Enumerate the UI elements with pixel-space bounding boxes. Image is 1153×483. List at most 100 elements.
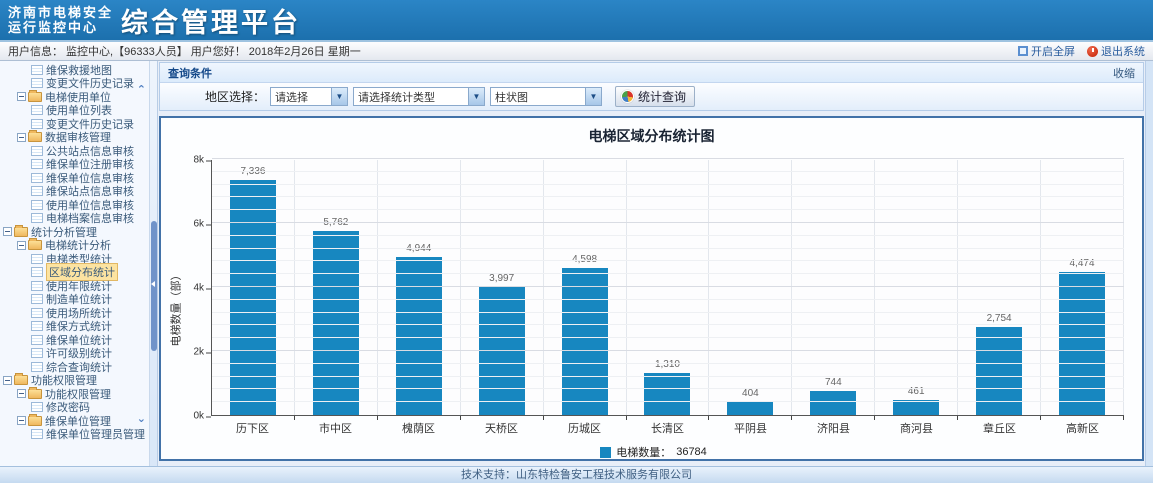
collapse-expander-icon[interactable] [17, 92, 26, 101]
bar-value-label: 1,310 [627, 359, 709, 370]
gridline [212, 222, 1124, 223]
page-icon [31, 65, 43, 75]
query-panel-header: 查询条件 收缩 [160, 63, 1143, 83]
gridline [212, 312, 1124, 313]
x-category-label: 长清区 [626, 420, 709, 436]
sidebar-splitter[interactable] [150, 61, 158, 466]
bar-column: 1,310 [627, 160, 710, 415]
collapse-expander-icon[interactable] [17, 241, 26, 250]
legend-label: 电梯数量： [616, 444, 671, 460]
legend-swatch [600, 447, 611, 458]
x-category-label: 槐荫区 [377, 420, 460, 436]
collapse-expander-icon[interactable] [3, 227, 12, 236]
page-icon [31, 308, 43, 318]
folder-icon [28, 132, 42, 142]
page-icon [31, 200, 43, 210]
power-icon [1087, 46, 1098, 57]
bar-column: 4,944 [378, 160, 461, 415]
plot-row: 0k2k4k6k8k 7,3365,7624,9443,9974,5981,31… [183, 160, 1124, 416]
bar-column: 3,997 [461, 160, 544, 415]
query-panel-title: 查询条件 [168, 65, 212, 81]
gridline [212, 158, 1124, 159]
gridline [212, 260, 1124, 261]
gridline [212, 324, 1124, 325]
bar-value-label: 744 [792, 377, 874, 388]
sidebar-item-27[interactable]: 维保单位管理员管理 [0, 428, 149, 442]
legend-total: 36784 [676, 446, 707, 458]
x-labels-row: 历下区市中区槐荫区天桥区历城区长清区平阴县济阳县商河县章丘区高新区 [211, 416, 1124, 436]
scroll-down-icon[interactable]: ⌄ [137, 414, 146, 424]
bar[interactable] [893, 400, 939, 415]
page-icon [31, 105, 43, 115]
bar-column: 4,598 [544, 160, 627, 415]
bar[interactable] [644, 373, 690, 415]
bar-value-label: 3,997 [461, 273, 543, 284]
y-axis-ticks: 0k2k4k6k8k [183, 160, 211, 416]
region-select[interactable]: 请选择 ▼ [270, 87, 348, 106]
gridline [212, 184, 1124, 185]
chart-main: 0k2k4k6k8k 7,3365,7624,9443,9974,5981,31… [183, 150, 1124, 461]
bar-column: 5,762 [295, 160, 378, 415]
gridline [212, 401, 1124, 402]
bar-column: 4,474 [1041, 160, 1124, 415]
bar[interactable] [479, 287, 525, 415]
bar[interactable] [313, 231, 359, 415]
user-info-text: 用户信息： 监控中心,【96333人员】 用户您好！ 2018年2月26日 星期… [8, 43, 361, 59]
gridline [212, 388, 1124, 389]
gridline [212, 376, 1124, 377]
x-category-label: 济阳县 [792, 420, 875, 436]
collapse-panel-link[interactable]: 收缩 [1113, 65, 1135, 81]
chart-type-select[interactable]: 柱状图 ▼ [490, 87, 602, 106]
fullscreen-button[interactable]: 开启全屏 [1018, 43, 1075, 59]
y-tick-label: 0k [193, 411, 204, 422]
logout-button[interactable]: 退出系统 [1087, 43, 1145, 59]
bar[interactable] [396, 257, 442, 415]
chevron-down-icon[interactable]: ▼ [331, 88, 347, 105]
bars-row: 7,3365,7624,9443,9974,5981,3104047444612… [212, 160, 1124, 415]
splitter-collapse-handle[interactable] [151, 221, 157, 351]
y-tick-label: 2k [193, 347, 204, 358]
app-header: 济南市电梯安全 运行监控中心 综合管理平台 [0, 0, 1153, 42]
collapse-expander-icon[interactable] [3, 376, 12, 385]
footer-text: 技术支持：山东特检鲁安工程技术服务有限公司 [461, 469, 692, 481]
chevron-down-icon[interactable]: ▼ [585, 88, 601, 105]
bar[interactable] [562, 268, 608, 415]
gridline [212, 196, 1124, 197]
bar-column: 2,754 [958, 160, 1041, 415]
bar[interactable] [810, 391, 856, 415]
x-category-label: 天桥区 [460, 420, 543, 436]
scroll-up-icon[interactable]: ⌃ [137, 85, 146, 95]
fullscreen-icon [1018, 46, 1028, 56]
gridline [212, 286, 1124, 287]
x-category-label: 章丘区 [958, 420, 1041, 436]
folder-icon [28, 416, 42, 426]
page-icon [31, 281, 43, 291]
y-axis-title: 电梯数量（部） [167, 150, 183, 461]
bar[interactable] [1059, 272, 1105, 415]
page-icon [31, 78, 43, 88]
page-icon [31, 146, 43, 156]
gridline [212, 248, 1124, 249]
page-icon [31, 267, 43, 277]
main-scrollbar[interactable] [1145, 61, 1153, 466]
region-select-label: 地区选择： [205, 88, 265, 105]
stat-query-button[interactable]: 统计查询 [615, 86, 695, 107]
page-icon [31, 254, 43, 264]
x-category-label: 历下区 [211, 420, 294, 436]
folder-icon [28, 92, 42, 102]
x-category-label: 商河县 [875, 420, 958, 436]
collapse-expander-icon[interactable] [17, 133, 26, 142]
bar[interactable] [727, 402, 773, 415]
y-tick-label: 6k [193, 219, 204, 230]
page-icon [31, 402, 43, 412]
chevron-down-icon[interactable]: ▼ [468, 88, 484, 105]
collapse-expander-icon[interactable] [17, 389, 26, 398]
y-tick-label: 4k [193, 283, 204, 294]
collapse-expander-icon[interactable] [17, 416, 26, 425]
x-category-label: 市中区 [294, 420, 377, 436]
chart-legend: 电梯数量： 36784 [183, 444, 1124, 460]
stat-type-select[interactable]: 请选择统计类型 ▼ [353, 87, 485, 106]
gridline [212, 337, 1124, 338]
folder-icon [28, 389, 42, 399]
bar[interactable] [230, 180, 276, 415]
